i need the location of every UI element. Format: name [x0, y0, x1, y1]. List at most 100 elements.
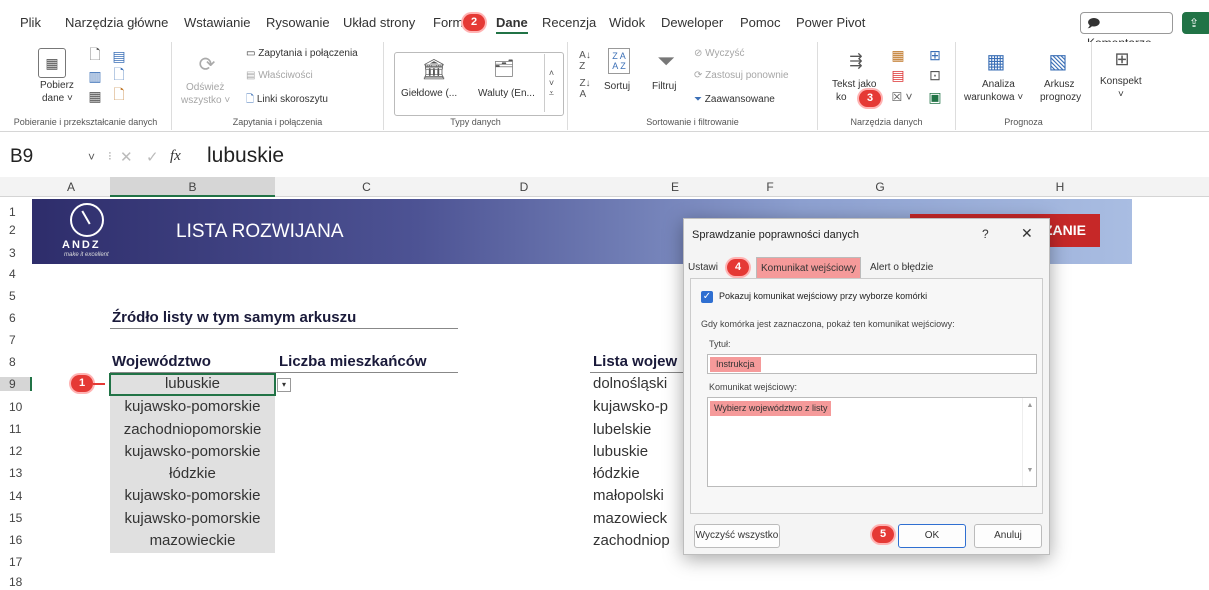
formula-input[interactable]: lubuskie — [207, 144, 284, 168]
currency-type[interactable]: Waluty (En... — [478, 87, 535, 100]
message-textarea[interactable]: Wybierz województwo z listy ▲ ▼ — [707, 397, 1037, 487]
cell-e[interactable]: zachodniop — [593, 532, 670, 549]
clear-all-button[interactable]: Wyczyść wszystko — [694, 524, 780, 548]
row-header[interactable]: 10 — [0, 400, 32, 414]
forecast-label2[interactable]: prognozy — [1040, 91, 1081, 104]
remove-duplicates-icon[interactable]: ▤ — [889, 66, 907, 84]
col-header-f[interactable]: F — [760, 177, 780, 197]
row-header[interactable]: 3 — [0, 246, 32, 260]
row-header[interactable]: 13 — [0, 466, 32, 480]
stocks-type[interactable]: Giełdowe (... — [401, 87, 457, 100]
clear-filter-button[interactable]: ⊘ Wyczyść — [694, 47, 745, 60]
comments-button[interactable]: 🗩 Komentarze — [1080, 12, 1173, 50]
row-header[interactable]: 15 — [0, 511, 32, 525]
reapply-button[interactable]: ⟳ Zastosuj ponownie — [694, 69, 789, 82]
tab-recenzja[interactable]: Recenzja — [542, 15, 596, 30]
row-header[interactable]: 12 — [0, 444, 32, 458]
fx-icon[interactable]: fx — [170, 148, 181, 165]
row-header[interactable]: 16 — [0, 533, 32, 547]
cell-b[interactable]: zachodniopomorskie — [110, 421, 275, 438]
from-picture-icon[interactable]: 🗋 — [110, 86, 128, 105]
tab-settings[interactable]: Ustawi — [684, 257, 722, 278]
col-header-g[interactable]: G — [860, 177, 900, 197]
from-text-icon[interactable]: 🗋 — [86, 46, 104, 65]
cell-e[interactable]: mazowieck — [593, 510, 667, 527]
col-header-a[interactable]: A — [32, 177, 110, 197]
row-header[interactable]: 6 — [0, 311, 32, 325]
row-header[interactable]: 8 — [0, 355, 32, 369]
cell-e[interactable]: łódzkie — [593, 465, 640, 482]
tab-dane[interactable]: Dane — [496, 15, 528, 34]
col-header-h[interactable]: H — [1040, 177, 1080, 197]
tab-power-pivot[interactable]: Power Pivot — [796, 15, 865, 30]
workbook-links-button[interactable]: 🗋 Linki skoroszytu — [246, 93, 328, 106]
name-box[interactable]: B9 — [10, 146, 33, 168]
sort-za-icon[interactable]: Z↓ A — [576, 78, 594, 100]
tab-deweloper[interactable]: Deweloper — [661, 15, 723, 30]
row-header[interactable]: 4 — [0, 267, 32, 281]
cell-b[interactable]: kujawsko-pomorskie — [110, 510, 275, 527]
tab-rysowanie[interactable]: Rysowanie — [266, 15, 330, 30]
cell-e[interactable]: kujawsko-p — [593, 398, 668, 415]
dropdown-arrow-icon[interactable]: ▾ — [277, 378, 291, 392]
row-header[interactable]: 17 — [0, 555, 32, 569]
tab-error-alert[interactable]: Alert o błędzie — [866, 257, 937, 278]
tab-formuly[interactable]: Form — [433, 15, 463, 30]
cell-e[interactable]: lubuskie — [593, 443, 648, 460]
row-header[interactable]: 7 — [0, 333, 32, 347]
tab-input-message[interactable]: Komunikat wejściowy — [756, 257, 862, 278]
col-header-b[interactable]: B — [110, 177, 275, 197]
row-header-9[interactable]: 9 — [0, 377, 32, 391]
relationships-icon[interactable]: ⊡ — [926, 66, 944, 84]
from-table-icon[interactable]: ▥ — [86, 67, 104, 85]
textarea-scrollbar[interactable]: ▲ ▼ — [1022, 398, 1037, 486]
cell-b[interactable]: łódzkie — [110, 465, 275, 482]
recent-sources-icon[interactable]: 🗋 — [110, 66, 128, 85]
row-header[interactable]: 5 — [0, 289, 32, 303]
text-to-columns-label2[interactable]: ko — [836, 91, 847, 104]
ok-button[interactable]: OK — [898, 524, 966, 548]
filter-button[interactable]: Filtruj — [652, 80, 676, 93]
cancel-icon[interactable]: ✕ — [120, 148, 133, 166]
tab-pomoc[interactable]: Pomoc — [740, 15, 780, 30]
cell-b[interactable]: mazowieckie — [110, 532, 275, 549]
col-header-d[interactable]: D — [458, 177, 590, 197]
flash-fill-icon[interactable]: ▦ — [889, 46, 907, 64]
cell-b[interactable]: kujawsko-pomorskie — [110, 487, 275, 504]
data-validation-icon[interactable]: ☒ ˅ — [888, 88, 916, 106]
gallery-scroll-icon[interactable]: ˄ ˅ ⩡ — [544, 54, 558, 112]
queries-connections-button[interactable]: ▭ Zapytania i połączenia — [246, 47, 358, 60]
forecast-label[interactable]: Arkusz — [1044, 78, 1075, 91]
existing-connections-icon[interactable]: ▦ — [86, 87, 104, 105]
help-icon[interactable]: ? — [982, 227, 989, 241]
close-icon[interactable]: ✕ — [1021, 225, 1033, 242]
tab-narzedzia-glowne[interactable]: Narzędzia główne — [65, 15, 168, 30]
row-header[interactable]: 14 — [0, 489, 32, 503]
row-header[interactable]: 11 — [0, 422, 32, 436]
row-header[interactable]: 2 — [0, 223, 32, 237]
cancel-button[interactable]: Anuluj — [974, 524, 1042, 548]
properties-button[interactable]: ▤ Właściwości — [246, 69, 313, 82]
from-web-icon[interactable]: ▤ — [110, 47, 128, 65]
cell-b[interactable]: kujawsko-pomorskie — [110, 443, 275, 460]
tab-wstawianie[interactable]: Wstawianie — [184, 15, 250, 30]
sort-button[interactable]: Sortuj — [604, 80, 630, 93]
tab-uklad-strony[interactable]: Układ strony — [343, 15, 415, 30]
confirm-icon[interactable]: ✓ — [146, 148, 159, 166]
get-data-dropdown[interactable]: dane ˅ — [42, 92, 73, 105]
advanced-filter-button[interactable]: ⏷ Zaawansowane — [694, 93, 775, 106]
checkbox-show-input[interactable]: ✓ — [701, 291, 713, 303]
outline-button[interactable]: Konspekt — [1100, 75, 1142, 88]
col-header-c[interactable]: C — [275, 177, 458, 197]
refresh-all-label[interactable]: Odśwież — [186, 81, 224, 94]
share-button[interactable]: ⇪ — [1182, 12, 1209, 34]
cell-b[interactable]: kujawsko-pomorskie — [110, 398, 275, 415]
what-if-label[interactable]: Analiza — [982, 78, 1015, 91]
sort-az-icon[interactable]: A↓ Z — [576, 50, 594, 72]
row-header[interactable]: 1 — [0, 205, 32, 219]
tab-plik[interactable]: Plik — [20, 15, 41, 30]
cell-b[interactable]: lubuskie — [110, 375, 275, 392]
consolidate-icon[interactable]: ⊞ — [926, 46, 944, 64]
cell-e[interactable]: dolnośląski — [593, 375, 667, 392]
cell-e[interactable]: małopolski — [593, 487, 664, 504]
